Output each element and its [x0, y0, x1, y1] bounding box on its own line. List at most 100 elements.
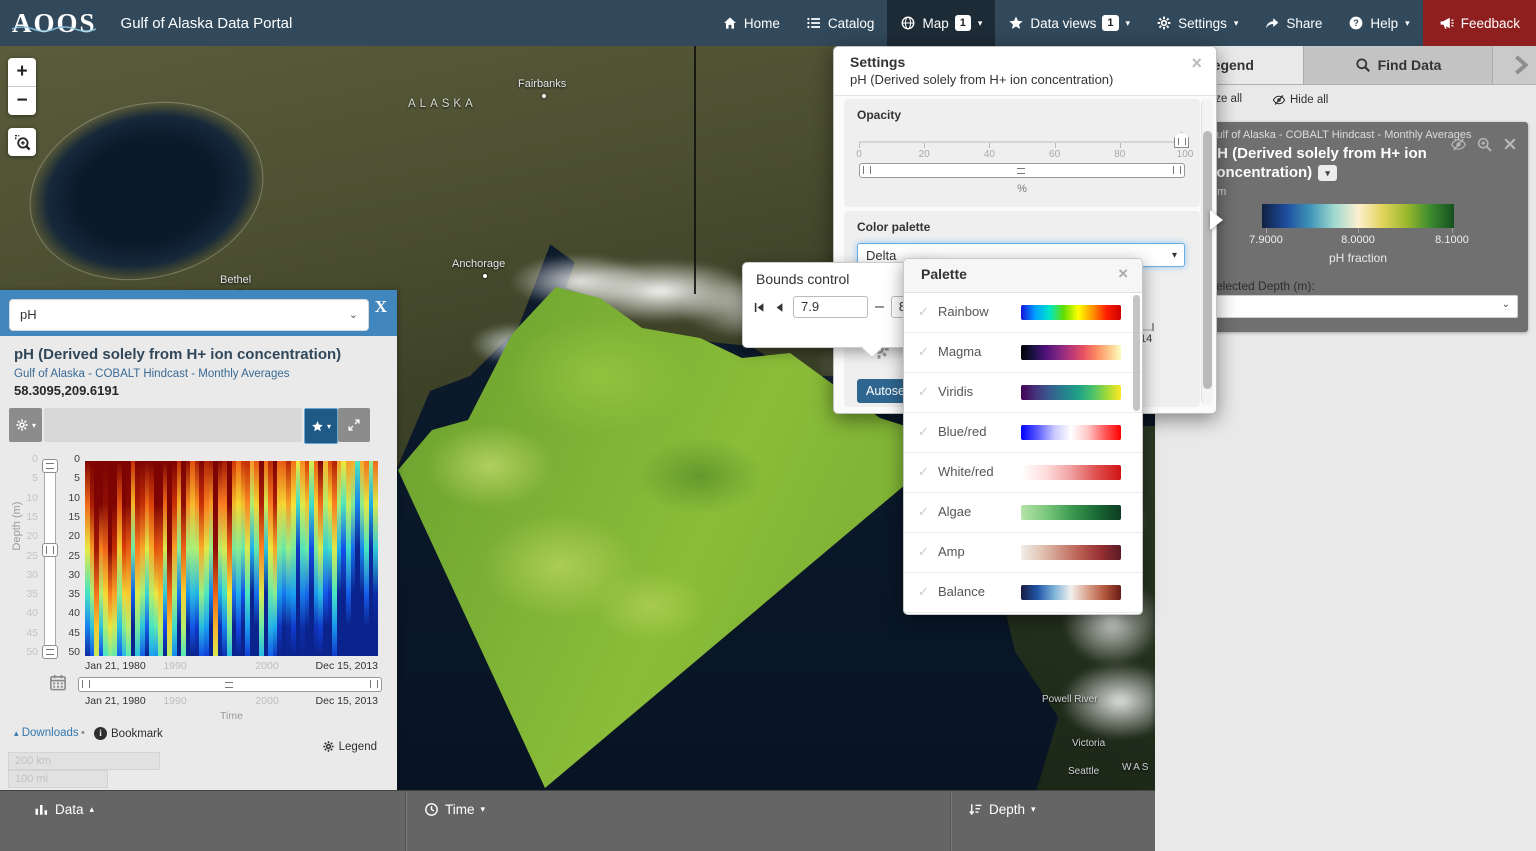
- time-slider-handle-center[interactable]: [225, 682, 233, 688]
- settings-scrollbar-thumb[interactable]: [1203, 131, 1212, 389]
- sensor-settings-button[interactable]: ▾: [9, 408, 42, 442]
- favorite-button[interactable]: ▾: [304, 408, 338, 444]
- selected-depth-select[interactable]: ⌄: [1208, 295, 1518, 318]
- opacity-unit-label: %: [859, 183, 1185, 195]
- depth-time-heatmap[interactable]: [85, 461, 378, 656]
- check-icon: ✓: [918, 464, 929, 480]
- tab-find-data[interactable]: Find Data: [1303, 46, 1493, 84]
- palette-option-algae[interactable]: ✓Algae: [904, 493, 1142, 533]
- opacity-range-handle-right[interactable]: [1173, 166, 1181, 174]
- aoos-logo[interactable]: AOOS: [12, 8, 97, 39]
- nav-data-views-caret-icon: ▾: [1126, 18, 1131, 29]
- nav-help-label: Help: [1370, 16, 1398, 31]
- depth-slider-handle-middle[interactable]: [42, 543, 58, 557]
- layer-variable-select[interactable]: pH ⌄: [9, 299, 369, 331]
- map-label-anchorage: Anchorage: [452, 258, 505, 270]
- close-panel-button[interactable]: X: [375, 297, 387, 317]
- bottom-toolbar: Data ▴ Time ▾ Depth ▾: [0, 790, 1155, 851]
- remove-layer-icon[interactable]: [1502, 136, 1518, 153]
- zoom-in-button[interactable]: +: [8, 58, 36, 86]
- check-icon: ✓: [918, 384, 929, 400]
- bookmark-link[interactable]: iBookmark: [94, 727, 163, 740]
- palette-option-magma[interactable]: ✓Magma: [904, 333, 1142, 373]
- layer-options-dropdown-button[interactable]: ▾: [1318, 165, 1337, 181]
- gear-icon: [1156, 15, 1172, 31]
- time-slider-handle-right[interactable]: [370, 680, 378, 688]
- opacity-slider-handle[interactable]: [1174, 132, 1189, 148]
- palette-gradient-swatch: [1021, 505, 1121, 520]
- nav-home[interactable]: Home: [709, 0, 793, 46]
- palette-option-blue-red[interactable]: ✓Blue/red: [904, 413, 1142, 453]
- palette-option-label: Algae: [938, 504, 971, 519]
- nav-map[interactable]: Map 1 ▾: [887, 0, 995, 46]
- calendar-icon[interactable]: [48, 673, 68, 692]
- depth-tick-label: 15: [18, 511, 38, 523]
- portal-title: Gulf of Alaska Data Portal: [121, 15, 293, 32]
- settings-close-button[interactable]: ×: [1191, 53, 1202, 74]
- step-back-icon[interactable]: [773, 301, 786, 314]
- palette-option-amp[interactable]: ✓Amp: [904, 533, 1142, 573]
- nav-data-views[interactable]: Data views 1 ▾: [995, 0, 1143, 46]
- depth-tick-label: 50: [60, 646, 80, 658]
- map-label-powell-river: Powell River: [1042, 694, 1098, 705]
- hide-layer-icon[interactable]: [1450, 136, 1467, 153]
- palette-option-balance[interactable]: ✓Balance: [904, 573, 1142, 613]
- depth-tick-label: 50: [18, 646, 38, 658]
- step-first-icon[interactable]: [753, 301, 766, 314]
- legend-toggle-link[interactable]: Legend: [322, 740, 377, 753]
- data-section-toggle[interactable]: Data ▴: [34, 802, 94, 817]
- palette-option-viridis[interactable]: ✓ Viridis: [904, 373, 1142, 413]
- panel-collapse-chevron[interactable]: [1514, 54, 1528, 76]
- bounds-min-input[interactable]: 7.9: [793, 296, 868, 318]
- palette-option-white-red[interactable]: ✓White/red: [904, 453, 1142, 493]
- time-axis-label: Time: [85, 710, 378, 722]
- nav-settings[interactable]: Settings ▾: [1143, 0, 1251, 46]
- palette-close-button[interactable]: ×: [1118, 264, 1128, 284]
- share-arrow-icon: [1264, 15, 1280, 31]
- palette-option-label: Viridis: [938, 384, 973, 399]
- palette-option-rainbow[interactable]: ✓Rainbow: [904, 293, 1142, 333]
- map-count-badge: 1: [955, 15, 971, 31]
- nav-help[interactable]: ? Help ▾: [1335, 0, 1422, 46]
- depth-section-toggle[interactable]: Depth ▾: [968, 802, 1036, 817]
- opacity-tick: [989, 143, 990, 148]
- legend-card-actions: [1450, 136, 1518, 153]
- nav-feedback[interactable]: Feedback: [1423, 0, 1536, 46]
- settings-scrollbar: [1201, 99, 1213, 405]
- depth-tick-label: 25: [60, 550, 80, 562]
- opacity-range-handle-center[interactable]: [1017, 168, 1025, 174]
- panel-expander-arrow[interactable]: [1210, 210, 1223, 230]
- zoom-out-button[interactable]: −: [8, 86, 36, 115]
- nav-catalog[interactable]: Catalog: [793, 0, 888, 46]
- expand-chart-button[interactable]: [338, 408, 370, 442]
- opacity-tick-label: 40: [974, 149, 1004, 160]
- time-slider-handle-left[interactable]: [82, 680, 90, 688]
- downloads-link[interactable]: ▴ Downloads: [14, 727, 79, 739]
- time-section-toggle[interactable]: Time ▾: [424, 802, 485, 817]
- nav-map-caret-icon: ▾: [978, 18, 983, 29]
- opacity-range-bar[interactable]: [859, 163, 1185, 178]
- nav-share-label: Share: [1286, 16, 1322, 31]
- depth-slider-handle-top[interactable]: [42, 459, 58, 473]
- hide-all-button[interactable]: Hide all: [1272, 93, 1328, 107]
- gear-icon: [15, 418, 29, 432]
- depth-range-slider[interactable]: [44, 460, 56, 658]
- legend-colorbar: [1262, 204, 1454, 228]
- zoom-to-layer-icon[interactable]: [1476, 136, 1493, 153]
- depth-slider-handle-bottom[interactable]: [42, 645, 58, 659]
- check-icon: ✓: [918, 304, 929, 320]
- palette-gradient-swatch: [1021, 305, 1121, 320]
- colorbar-mid-label: 8.0000: [1328, 234, 1388, 246]
- question-circle-icon: ?: [1348, 15, 1364, 31]
- time-range-slider[interactable]: [78, 677, 382, 692]
- bounds-dash: –: [875, 298, 884, 316]
- opacity-tick: [1120, 143, 1121, 148]
- box-zoom-button[interactable]: [8, 128, 36, 156]
- data-section-label: Data: [55, 802, 84, 817]
- nav-share[interactable]: Share: [1251, 0, 1335, 46]
- legend-layer-source: Gulf of Alaska - COBALT Hindcast - Month…: [1208, 129, 1472, 141]
- palette-option-label: Balance: [938, 584, 985, 599]
- palette-scrollbar-thumb[interactable]: [1133, 295, 1140, 411]
- opacity-range-handle-left[interactable]: [863, 166, 871, 174]
- depth-tick-label: 0: [18, 453, 38, 465]
